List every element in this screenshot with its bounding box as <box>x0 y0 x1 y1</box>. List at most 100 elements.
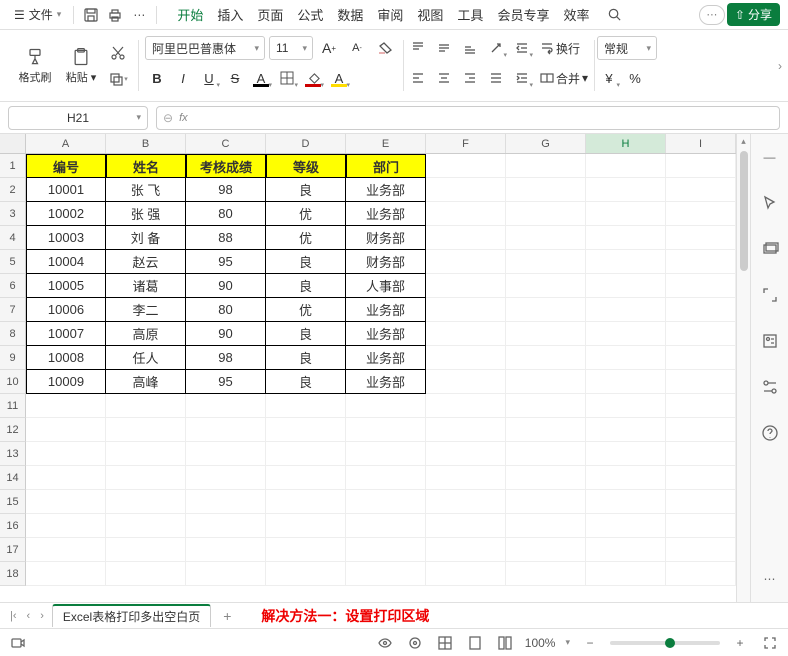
align-middle-icon[interactable] <box>432 36 456 60</box>
cell[interactable]: 10002 <box>26 202 106 226</box>
cell[interactable]: 业务部 <box>346 346 426 370</box>
properties-icon[interactable] <box>759 330 781 352</box>
column-header[interactable]: A <box>26 134 106 153</box>
print-icon[interactable] <box>104 4 126 26</box>
cell[interactable] <box>346 562 426 586</box>
cell[interactable] <box>586 274 666 298</box>
font-color-button[interactable]: A <box>249 66 273 90</box>
row-header[interactable]: 8 <box>0 322 26 346</box>
cell[interactable] <box>426 298 506 322</box>
align-left-icon[interactable] <box>406 66 430 90</box>
strikethrough-button[interactable]: S <box>223 66 247 90</box>
cell[interactable] <box>186 394 266 418</box>
cell[interactable] <box>426 442 506 466</box>
cell[interactable] <box>666 418 736 442</box>
vertical-scrollbar[interactable]: ▴ <box>736 134 750 602</box>
cell[interactable] <box>426 202 506 226</box>
column-header[interactable]: F <box>426 134 506 153</box>
row-header[interactable]: 13 <box>0 442 26 466</box>
cell[interactable]: 良 <box>266 322 346 346</box>
cell[interactable] <box>666 226 736 250</box>
cell[interactable]: 业务部 <box>346 370 426 394</box>
column-header[interactable]: H <box>586 134 666 153</box>
cell[interactable] <box>506 298 586 322</box>
zoom-out-button[interactable]: − <box>580 633 600 653</box>
cloud-sync-icon[interactable]: ⋯ <box>699 5 725 25</box>
more-tools-icon[interactable]: ⋯ <box>759 568 781 590</box>
cell[interactable]: 考核成绩 <box>186 154 266 178</box>
column-header[interactable]: I <box>666 134 736 153</box>
cell[interactable] <box>586 442 666 466</box>
orientation-icon[interactable] <box>484 36 508 60</box>
record-icon[interactable] <box>8 633 28 653</box>
cell[interactable] <box>106 466 186 490</box>
column-header[interactable]: D <box>266 134 346 153</box>
cell[interactable] <box>266 562 346 586</box>
cell[interactable] <box>346 514 426 538</box>
cell[interactable] <box>666 394 736 418</box>
cell[interactable]: 良 <box>266 178 346 202</box>
cell[interactable]: 90 <box>186 274 266 298</box>
cell[interactable]: 80 <box>186 298 266 322</box>
cell[interactable] <box>666 562 736 586</box>
cell[interactable]: 李二 <box>106 298 186 322</box>
cell[interactable] <box>586 346 666 370</box>
cell[interactable]: 10009 <box>26 370 106 394</box>
cell[interactable] <box>506 346 586 370</box>
cell[interactable] <box>346 442 426 466</box>
tab-nav-next-icon[interactable]: › <box>38 610 46 622</box>
cell[interactable] <box>26 442 106 466</box>
cell[interactable] <box>266 538 346 562</box>
cell[interactable]: 10006 <box>26 298 106 322</box>
tab-公式[interactable]: 公式 <box>291 1 329 28</box>
row-header[interactable]: 3 <box>0 202 26 226</box>
font-name-select[interactable]: 阿里巴巴普惠体 <box>145 36 265 60</box>
align-bottom-icon[interactable] <box>458 36 482 60</box>
cell[interactable] <box>586 370 666 394</box>
cell[interactable] <box>586 538 666 562</box>
column-header[interactable]: E <box>346 134 426 153</box>
cell[interactable]: 高峰 <box>106 370 186 394</box>
underline-button[interactable]: U <box>197 66 221 90</box>
cell[interactable] <box>586 514 666 538</box>
cell[interactable] <box>106 490 186 514</box>
expand-icon[interactable] <box>759 284 781 306</box>
cell[interactable] <box>506 202 586 226</box>
cell[interactable]: 财务部 <box>346 250 426 274</box>
spreadsheet-grid[interactable]: ABCDEFGHI 1编号姓名考核成绩等级部门210001张 飞98良业务部31… <box>0 134 736 602</box>
currency-button[interactable]: ¥ <box>597 66 621 90</box>
cell[interactable] <box>266 442 346 466</box>
bold-button[interactable]: B <box>145 66 169 90</box>
cell[interactable]: 诸葛 <box>106 274 186 298</box>
cell[interactable] <box>506 466 586 490</box>
cell[interactable] <box>506 322 586 346</box>
cell[interactable] <box>426 370 506 394</box>
cell[interactable] <box>586 490 666 514</box>
name-box[interactable]: H21 <box>8 106 148 130</box>
cell[interactable] <box>266 490 346 514</box>
cell[interactable] <box>266 466 346 490</box>
cell[interactable]: 姓名 <box>106 154 186 178</box>
cell[interactable] <box>586 250 666 274</box>
cell[interactable] <box>426 562 506 586</box>
cell[interactable]: 10007 <box>26 322 106 346</box>
cell[interactable] <box>666 178 736 202</box>
cell[interactable] <box>506 418 586 442</box>
cell[interactable] <box>426 418 506 442</box>
percent-button[interactable]: % <box>623 66 647 90</box>
cell[interactable] <box>266 394 346 418</box>
cell[interactable]: 张 飞 <box>106 178 186 202</box>
cell[interactable] <box>426 250 506 274</box>
cell[interactable]: 高原 <box>106 322 186 346</box>
merge-cells-button[interactable]: 合并 ▾ <box>536 66 592 90</box>
save-icon[interactable] <box>80 4 102 26</box>
cell[interactable] <box>26 490 106 514</box>
view-read-icon[interactable] <box>375 633 395 653</box>
cell[interactable] <box>106 394 186 418</box>
cell[interactable]: 业务部 <box>346 178 426 202</box>
cell[interactable] <box>506 394 586 418</box>
cell[interactable] <box>586 202 666 226</box>
cell[interactable]: 95 <box>186 250 266 274</box>
select-all-corner[interactable] <box>0 134 26 153</box>
cursor-icon[interactable] <box>759 192 781 214</box>
